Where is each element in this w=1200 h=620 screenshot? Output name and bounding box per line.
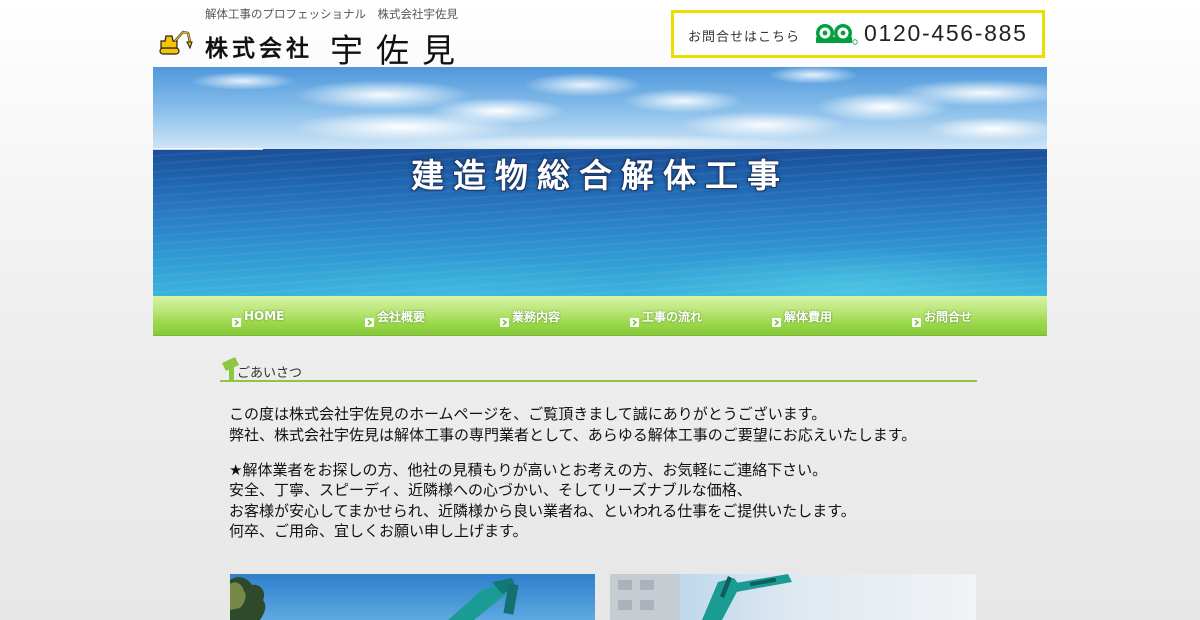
section-title: ごあいさつ: [237, 366, 303, 381]
arrow-right-icon: [232, 312, 241, 327]
contact-box: お問合せはこちら 0120-456-885: [671, 10, 1045, 58]
nav-item-label: 会社概要: [377, 309, 426, 324]
nav-item-label: 業務内容: [512, 309, 561, 324]
contact-label: お問合せはこちら: [688, 30, 801, 45]
excavator-photo-2: [610, 574, 976, 620]
nav-item-cost[interactable]: 解体費用: [772, 296, 832, 336]
text-line: 弊社、株式会社宇佐見は解体工事の専門業者として、あらゆる解体工事のご要望にお応え…: [229, 425, 917, 444]
arrow-right-icon: [772, 312, 781, 327]
nav-item-label: 工事の流れ: [642, 309, 703, 324]
free-dial-icon: [814, 22, 858, 46]
greeting-paragraph: この度は株式会社宇佐見のホームページを、ご覧頂きまして誠にありがとうございます。…: [229, 404, 916, 445]
logo-company-name: 宇佐見: [330, 31, 468, 70]
hero-title: 建造物総合解体工事: [411, 156, 789, 195]
hero-banner: 建造物総合解体工事: [153, 67, 1047, 296]
nav-item-company[interactable]: 会社概要: [365, 296, 425, 336]
arrow-right-icon: [630, 312, 639, 327]
arrow-right-icon: [365, 312, 374, 327]
nav-item-label: お問合せ: [924, 309, 973, 324]
text-line: 安全、丁寧、スピーディ、近隣様への心づかい、そしてリーズナブルな価格、: [229, 481, 752, 499]
logo-company-prefix: 株式会社: [205, 36, 313, 62]
nav-item-workflow[interactable]: 工事の流れ: [630, 296, 702, 336]
site-tagline: 解体工事のプロフェッショナル 株式会社宇佐見: [205, 7, 458, 21]
nav-item-label: 解体費用: [784, 309, 833, 324]
phone-number: 0120-456-885: [864, 20, 1028, 46]
greeting-paragraph: ★解体業者をお探しの方、他社の見積もりが高いとお考えの方、お気軽にご連絡下さい。…: [229, 460, 916, 542]
excavator-photo-1: [230, 574, 595, 620]
nav-item-contact[interactable]: お問合せ: [912, 296, 972, 336]
hero-sky: [153, 67, 1047, 149]
greeting-text: この度は株式会社宇佐見のホームページを、ご覧頂きまして誠にありがとうございます。…: [229, 404, 916, 542]
global-nav: HOME 会社概要 業務内容 工事の流れ 解体費用 お問合せ: [153, 296, 1047, 336]
nav-item-label: HOME: [244, 309, 285, 323]
arrow-right-icon: [500, 312, 509, 327]
arrow-right-icon: [912, 312, 921, 327]
nav-item-home[interactable]: HOME: [232, 296, 284, 336]
site-logo[interactable]: 株式会社 宇佐見: [157, 24, 479, 70]
text-line: 何卒、ご用命、宜しくお願い申し上げます。: [229, 522, 528, 540]
text-line: ★解体業者をお探しの方、他社の見積もりが高いとお考えの方、お気軽にご連絡下さい。: [229, 460, 828, 479]
text-line: お客様が安心してまかせられ、近隣様から良い業者ね、といわれる仕事をご提供いたしま…: [229, 501, 856, 520]
nav-item-services[interactable]: 業務内容: [500, 296, 560, 336]
section-heading-greeting: ごあいさつ: [220, 356, 977, 382]
excavator-icon: [159, 29, 193, 55]
text-line: この度は株式会社宇佐見のホームページを、ご覧頂きまして誠にありがとうございます。: [229, 405, 827, 423]
